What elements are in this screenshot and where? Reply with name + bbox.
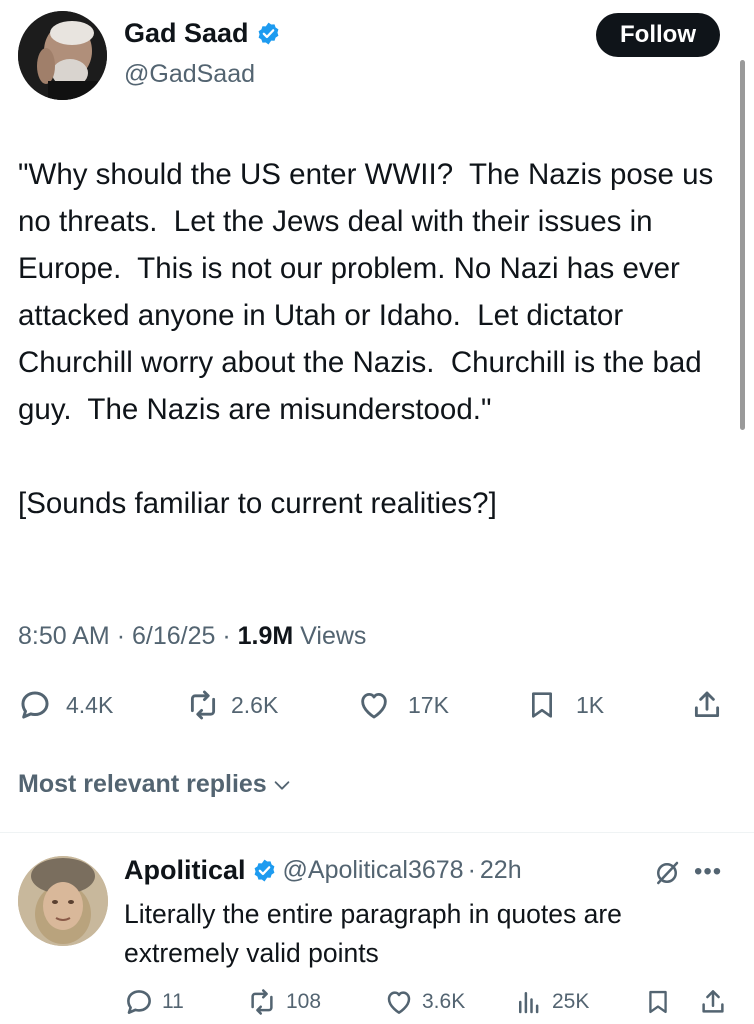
reply-header: Apolitical @Apolitical3678 · 22h [124, 855, 522, 886]
meta-separator: · [116, 622, 132, 650]
heart-icon [361, 692, 387, 719]
like-count: 17K [408, 691, 449, 718]
views-label: Views [300, 622, 367, 650]
verified-badge-icon [256, 21, 281, 46]
chevron-down-icon [274, 780, 290, 790]
reply-share-action[interactable] [698, 987, 728, 1017]
reply-count: 4.4K [66, 691, 114, 718]
tweet-meta: 8:50 AM · 6/16/25 · 1.9M Views [18, 622, 366, 651]
reply-like-action[interactable]: 3.6K [384, 987, 465, 1017]
more-options-icon[interactable]: ••• [694, 858, 722, 886]
reply-avatar[interactable] [18, 856, 108, 946]
verified-badge-icon [252, 858, 277, 883]
author-display-name[interactable]: Gad Saad [124, 18, 249, 49]
bar-chart-icon [519, 992, 539, 1014]
reply-action[interactable]: 4.4K [18, 688, 113, 722]
reply-repost-count: 108 [286, 990, 322, 1013]
author-name-row[interactable]: Gad Saad [124, 18, 281, 49]
share-icon [694, 691, 720, 718]
reply-icon [127, 990, 151, 1014]
heart-icon [387, 991, 411, 1014]
tweet-time[interactable]: 8:50 AM [18, 622, 110, 650]
bookmark-action[interactable]: 1K [526, 688, 604, 722]
repost-count: 2.6K [231, 691, 279, 718]
share-action[interactable] [690, 688, 724, 722]
repost-icon [251, 989, 273, 1015]
reply-time[interactable]: 22h [480, 856, 522, 885]
bookmark-icon [649, 990, 667, 1014]
reply-handle[interactable]: @Apolitical3678 [283, 856, 464, 885]
reply-repost-action[interactable]: 108 [246, 987, 321, 1017]
repost-icon [190, 690, 216, 720]
reply-text: Literally the entire paragraph in quotes… [124, 899, 622, 968]
author-handle[interactable]: @GadSaad [124, 60, 255, 89]
bookmark-icon [532, 692, 552, 718]
reply-icon [21, 691, 49, 719]
meta-separator: · [467, 856, 476, 884]
repost-action[interactable]: 2.6K [185, 688, 278, 722]
replies-sort-label: Most relevant replies [18, 770, 267, 798]
reply-reply-action[interactable]: 11 [124, 987, 184, 1017]
reply-bookmark-action[interactable] [644, 987, 672, 1017]
divider [0, 832, 754, 833]
like-action[interactable]: 17K [356, 688, 449, 722]
follow-button[interactable]: Follow [596, 13, 720, 57]
reply-like-count: 3.6K [422, 990, 466, 1013]
scrollbar[interactable] [740, 60, 745, 430]
grok-icon[interactable] [652, 858, 682, 893]
bookmark-count: 1K [576, 691, 605, 718]
views-count: 1.9M [237, 622, 294, 650]
reply-views-action[interactable]: 25K [514, 987, 589, 1017]
replies-sort-dropdown[interactable]: Most relevant replies [18, 770, 293, 799]
author-avatar[interactable] [18, 11, 107, 100]
reply-views-count: 25K [552, 990, 590, 1013]
tweet-date[interactable]: 6/16/25 [132, 622, 215, 650]
tweet-text: "Why should the US enter WWII? The Nazis… [18, 158, 714, 520]
reply-display-name[interactable]: Apolitical [124, 855, 246, 886]
meta-separator: · [222, 622, 238, 650]
share-icon [702, 990, 724, 1013]
reply-reply-count: 11 [162, 990, 184, 1013]
